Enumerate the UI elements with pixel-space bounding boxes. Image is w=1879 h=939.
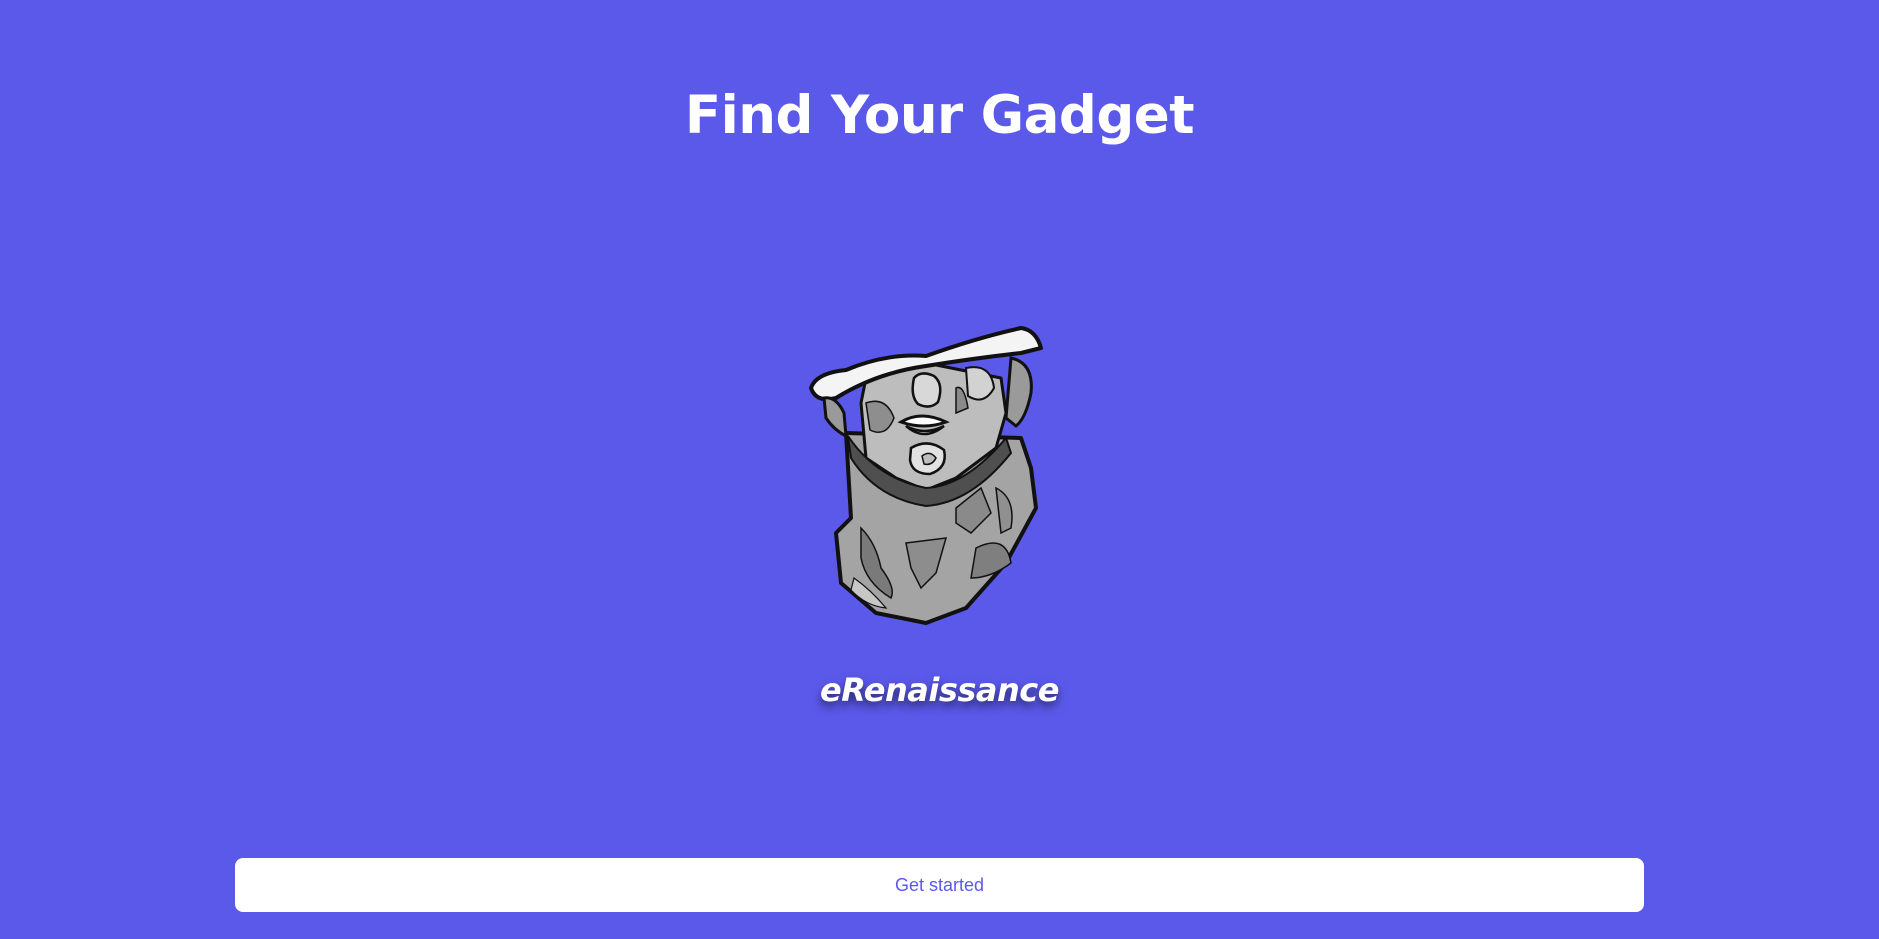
- page-title: Find Your Gadget: [684, 85, 1195, 146]
- get-started-button[interactable]: Get started: [235, 858, 1644, 912]
- marble-bust-illustration: [806, 318, 1066, 628]
- landing-page: Find Your Gadget eRenaissance Get starte…: [0, 0, 1879, 939]
- brand-name: eRenaissance: [820, 671, 1059, 709]
